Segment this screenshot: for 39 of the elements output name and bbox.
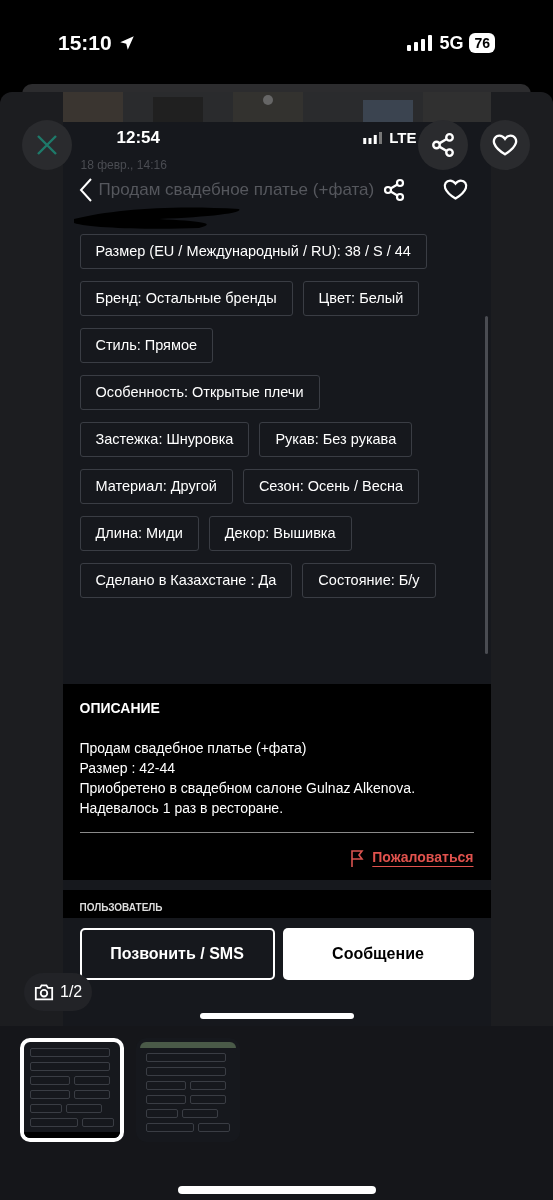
description-line: Приобретено в свадебном салоне Gulnaz Alkenova.	[79, 779, 417, 798]
back-chevron-icon[interactable]	[78, 176, 93, 203]
battery-level: 76	[469, 33, 495, 53]
counter-text: 1/2	[60, 982, 83, 1002]
section-heading: ОПИСАНИЕ	[79, 699, 161, 718]
attribute-chip: Рукав: Без рукава	[259, 422, 413, 457]
description-line: Размер : 42-44	[79, 759, 177, 778]
status-time: 15:10	[58, 30, 112, 57]
description-line: Продам свадебное платье (+фата)	[79, 739, 308, 758]
flag-icon[interactable]	[350, 848, 365, 867]
description-line: Надевалось 1 раз в ресторане.	[79, 799, 285, 818]
share-icon[interactable]	[382, 177, 407, 202]
camera-icon	[34, 983, 54, 1001]
call-button[interactable]: Позвонить / SMS	[79, 928, 275, 980]
attribute-chip: Состояние: Б/у	[302, 563, 436, 598]
listing-title: Продам свадебное платье (+фата)	[98, 178, 375, 201]
heart-icon[interactable]	[442, 176, 470, 203]
signal-icon	[407, 35, 434, 51]
signal-icon	[363, 132, 384, 144]
network-type: 5G	[439, 31, 464, 55]
status-time: 12:54	[116, 127, 160, 150]
section-heading: ПОЛЬЗОВАТЕЛЬ	[79, 902, 163, 914]
attribute-chip: Бренд: Остальные бренды	[79, 281, 293, 316]
attribute-chip: Материал: Другой	[79, 469, 233, 504]
network-type: LTE	[389, 127, 417, 148]
attribute-chip: Цвет: Белый	[302, 281, 420, 316]
attribute-chip: Сделано в Казахстане : Да	[79, 563, 293, 598]
close-icon	[35, 133, 59, 157]
message-button[interactable]: Сообщение	[282, 928, 474, 980]
share-icon[interactable]	[430, 132, 456, 158]
attribute-chip: Сезон: Осень / Весна	[242, 469, 420, 504]
attribute-chip: Декор: Вышивка	[208, 516, 352, 551]
thumbnail-drawing[interactable]	[20, 1038, 124, 1142]
attribute-chip: Особенность: Открытые плечи	[79, 375, 320, 410]
attribute-chip: Застежка: Шнуровка	[79, 422, 250, 457]
attribute-chip: Стиль: Прямое	[79, 328, 214, 363]
report-link[interactable]: Пожаловаться	[372, 847, 474, 868]
attribute-chip: Размер (EU / Международный / RU): 38 / S / 44	[79, 234, 427, 269]
attribute-chip: Длина: Миди	[79, 516, 199, 551]
